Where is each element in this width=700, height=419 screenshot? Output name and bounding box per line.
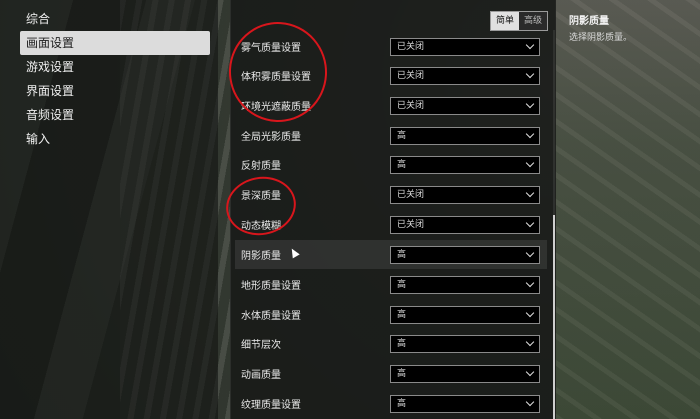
chevron-down-icon [525, 397, 535, 406]
select-value: 已关闭 [397, 219, 425, 230]
fog-quality-select[interactable]: 已关闭 [390, 37, 540, 56]
setting-row-animation: 动画质量 高 [235, 359, 547, 388]
setting-row-water: 水体质量设置 高 [235, 300, 547, 329]
chevron-down-icon [525, 69, 535, 78]
sidebar-item-general[interactable]: 综合 [20, 7, 210, 31]
chevron-down-icon [525, 218, 535, 227]
description-title: 阴影质量 [569, 16, 609, 27]
mode-toggle: 简单 高级 [490, 11, 548, 31]
scrollbar-thumb[interactable] [553, 215, 555, 419]
shadow-quality-select[interactable]: 高 [390, 245, 540, 264]
chevron-down-icon [525, 40, 535, 49]
sidebar-item-audio[interactable]: 音频设置 [20, 103, 210, 127]
chevron-down-icon [525, 337, 535, 346]
setting-row-reflection: 反射质量 高 [235, 150, 547, 179]
setting-row-level-of-detail: 细节层次 高 [235, 329, 547, 358]
sidebar-item-input[interactable]: 输入 [20, 127, 210, 151]
select-value: 高 [397, 338, 407, 349]
description-text: 选择阴影质量。 [569, 33, 633, 43]
level-of-detail-select[interactable]: 高 [390, 334, 540, 353]
select-value: 高 [397, 159, 407, 170]
sidebar-item-graphics[interactable]: 画面设置 [20, 31, 210, 55]
setting-label: 水体质量设置 [241, 311, 301, 322]
animation-quality-select[interactable]: 高 [390, 364, 540, 383]
simple-mode-button[interactable]: 简单 [491, 12, 519, 30]
select-value: 高 [397, 398, 407, 409]
select-value: 高 [397, 130, 407, 141]
chevron-down-icon [525, 367, 535, 376]
background-city [555, 0, 700, 419]
chevron-down-icon [525, 129, 535, 138]
select-value: 高 [397, 368, 407, 379]
setting-label: 阴影质量 [241, 251, 281, 262]
advanced-mode-button[interactable]: 高级 [519, 12, 547, 30]
chevron-down-icon [525, 248, 535, 257]
depth-of-field-select[interactable]: 已关闭 [390, 185, 540, 204]
setting-label: 全局光影质量 [241, 132, 301, 143]
select-value: 已关闭 [397, 100, 425, 111]
global-illumination-select[interactable]: 高 [390, 126, 540, 145]
setting-label: 地形质量设置 [241, 281, 301, 292]
sidebar-item-interface[interactable]: 界面设置 [20, 79, 210, 103]
motion-blur-select[interactable]: 已关闭 [390, 215, 540, 234]
water-quality-select[interactable]: 高 [390, 305, 540, 324]
setting-label: 细节层次 [241, 340, 281, 351]
reflection-quality-select[interactable]: 高 [390, 155, 540, 174]
setting-label: 反射质量 [241, 161, 281, 172]
select-value: 高 [397, 309, 407, 320]
chevron-down-icon [525, 158, 535, 167]
volumetric-fog-select[interactable]: 已关闭 [390, 66, 540, 85]
select-value: 高 [397, 249, 407, 260]
setting-row-global-illumination: 全局光影质量 高 [235, 121, 547, 150]
chevron-down-icon [525, 278, 535, 287]
settings-sidebar: 综合 画面设置 游戏设置 界面设置 音频设置 输入 [0, 0, 218, 419]
terrain-quality-select[interactable]: 高 [390, 275, 540, 294]
setting-row-texture: 纹理质量设置 高 [235, 389, 547, 418]
setting-row-terrain: 地形质量设置 高 [235, 270, 547, 299]
sidebar-item-gameplay[interactable]: 游戏设置 [20, 55, 210, 79]
texture-quality-select[interactable]: 高 [390, 394, 540, 413]
setting-row-shadow: 阴影质量 高 [235, 240, 547, 269]
select-value: 已关闭 [397, 189, 425, 200]
setting-label: 纹理质量设置 [241, 400, 301, 411]
select-value: 已关闭 [397, 70, 425, 81]
chevron-down-icon [525, 308, 535, 317]
setting-label: 动画质量 [241, 370, 281, 381]
select-value: 高 [397, 279, 407, 290]
select-value: 已关闭 [397, 41, 425, 52]
ambient-occlusion-select[interactable]: 已关闭 [390, 96, 540, 115]
chevron-down-icon [525, 99, 535, 108]
chevron-down-icon [525, 188, 535, 197]
